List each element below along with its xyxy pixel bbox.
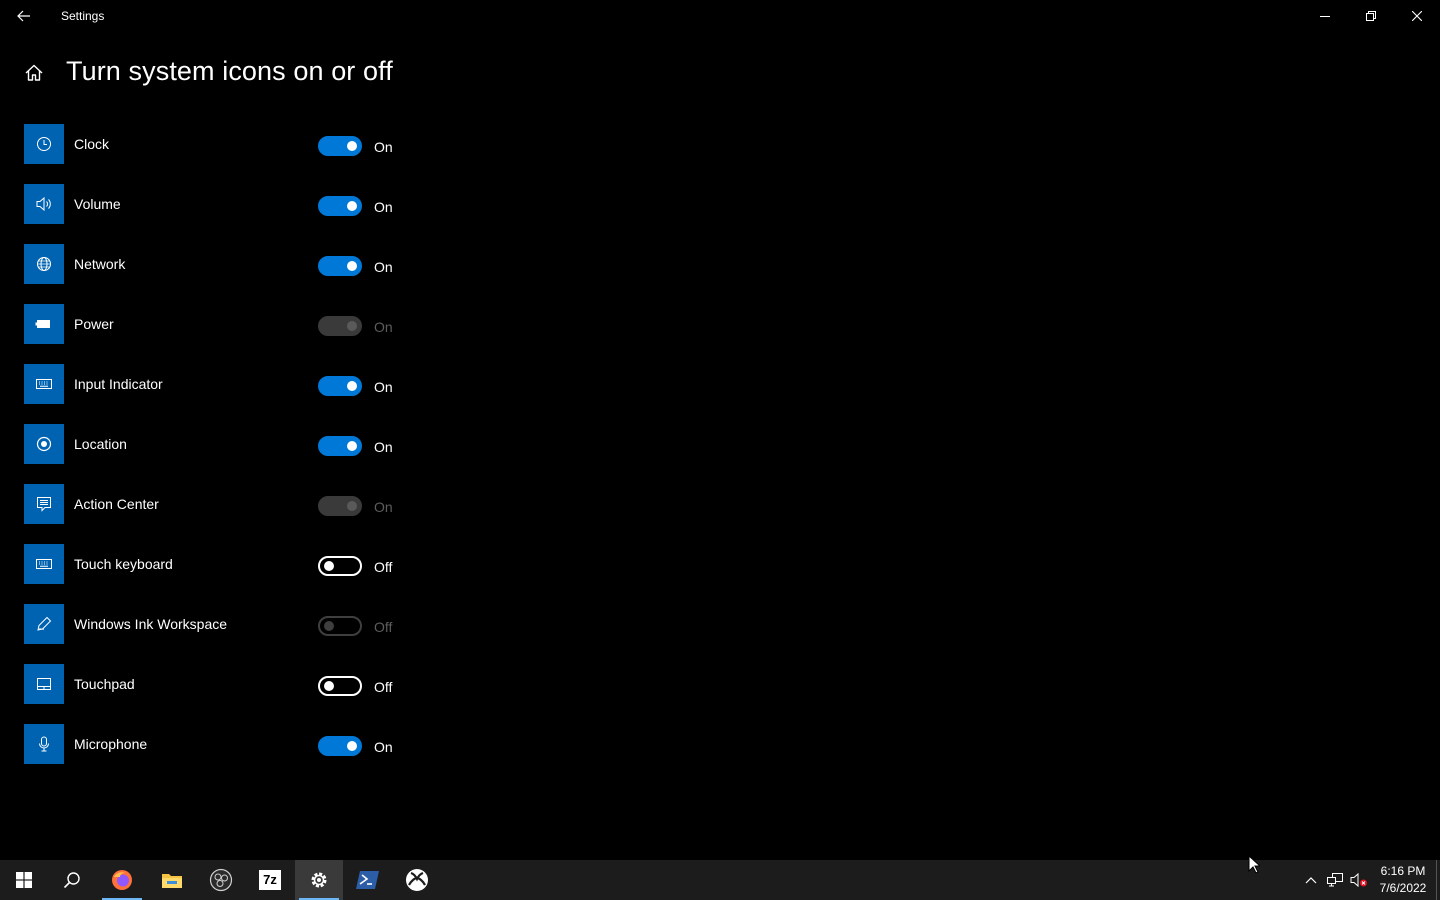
list-item-action-center: Action Center On: [24, 484, 424, 524]
minimize-button[interactable]: [1302, 0, 1348, 32]
windows-logo-icon: [16, 872, 32, 888]
power-toggle[interactable]: [318, 316, 362, 336]
touch-keyboard-toggle[interactable]: [318, 556, 362, 576]
mouse-cursor-icon: [1248, 854, 1262, 879]
list-item-clock: Clock On: [24, 124, 424, 164]
microphone-icon: [24, 724, 64, 764]
volume-toggle[interactable]: [318, 196, 362, 216]
close-icon: [1412, 11, 1422, 21]
location-icon: [24, 424, 64, 464]
restore-button[interactable]: [1348, 0, 1394, 32]
show-hidden-icons-button[interactable]: [1301, 870, 1321, 890]
list-item-windows-ink: Windows Ink Workspace Off: [24, 604, 424, 644]
firefox-taskbar-button[interactable]: [98, 860, 146, 900]
network-toggle[interactable]: [318, 256, 362, 276]
list-item-touchpad: Touchpad Off: [24, 664, 424, 704]
keyboard-icon: [24, 364, 64, 404]
7zip-icon: 7z: [259, 870, 281, 890]
pen-icon: [24, 604, 64, 644]
list-item-volume: Volume On: [24, 184, 424, 224]
item-label: Location: [74, 436, 127, 452]
volume-icon: [24, 184, 64, 224]
item-label: Windows Ink Workspace: [74, 616, 228, 632]
firefox-icon: [112, 870, 132, 890]
toggle-state: On: [374, 739, 393, 755]
clock-time: 6:16 PM: [1380, 864, 1426, 878]
settings-gear-icon: [311, 872, 327, 888]
toggle-state: On: [374, 139, 393, 155]
list-item-power: Power On: [24, 304, 424, 344]
item-label: Touchpad: [74, 676, 135, 692]
start-button[interactable]: [0, 860, 48, 900]
item-label: Input Indicator: [74, 376, 163, 392]
file-explorer-icon: [162, 874, 182, 888]
chevron-up-icon: [1305, 877, 1317, 884]
home-icon[interactable]: [22, 61, 46, 85]
toggle-state: On: [374, 259, 393, 275]
minimize-icon: [1320, 16, 1330, 17]
clock-toggle[interactable]: [318, 136, 362, 156]
network-tray-button[interactable]: [1325, 870, 1345, 890]
clock-date: 7/6/2022: [1379, 881, 1427, 895]
touchpad-icon: [24, 664, 64, 704]
page-title: Turn system icons on or off: [66, 56, 393, 86]
location-toggle[interactable]: [318, 436, 362, 456]
item-label: Touch keyboard: [74, 556, 173, 572]
toggle-state: On: [374, 499, 393, 515]
network-wired-icon: [1327, 873, 1343, 887]
touch-keyboard-icon: [24, 544, 64, 584]
list-item-network: Network On: [24, 244, 424, 284]
file-explorer-taskbar-button[interactable]: [148, 860, 196, 900]
volume-muted-icon: [1350, 872, 1367, 888]
item-label: Microphone: [74, 736, 148, 752]
volume-tray-button[interactable]: [1349, 870, 1369, 890]
title-bar: Settings: [0, 0, 1440, 32]
show-desktop-button[interactable]: [1436, 860, 1440, 900]
microphone-toggle[interactable]: [318, 736, 362, 756]
input-indicator-toggle[interactable]: [318, 376, 362, 396]
obs-taskbar-button[interactable]: [197, 860, 245, 900]
7zip-label: 7z: [263, 872, 277, 887]
list-item-touch-keyboard: Touch keyboard Off: [24, 544, 424, 584]
item-label: Network: [74, 256, 126, 272]
back-arrow-icon: [17, 10, 30, 22]
toggle-state: On: [374, 379, 393, 395]
close-button[interactable]: [1394, 0, 1440, 32]
search-icon: [63, 872, 80, 889]
toggle-state: Off: [374, 679, 393, 695]
action-center-toggle[interactable]: [318, 496, 362, 516]
item-label: Clock: [74, 136, 110, 152]
toggle-state: On: [374, 199, 393, 215]
item-label: Volume: [74, 196, 121, 212]
powershell-taskbar-button[interactable]: [344, 860, 392, 900]
toggle-state: Off: [374, 559, 393, 575]
touchpad-toggle[interactable]: [318, 676, 362, 696]
window-title: Settings: [61, 9, 105, 23]
taskbar-clock[interactable]: 6:16 PM 7/6/2022: [1372, 863, 1434, 897]
taskbar: 7z 6:16 PM 7/6/2022: [0, 860, 1440, 900]
globe-icon: [24, 244, 64, 284]
battery-icon: [24, 304, 64, 344]
action-center-icon: [24, 484, 64, 524]
xbox-icon: [406, 869, 428, 891]
windows-ink-toggle[interactable]: [318, 616, 362, 636]
obs-icon: [209, 868, 233, 892]
7zip-taskbar-button[interactable]: 7z: [246, 860, 294, 900]
xbox-taskbar-button[interactable]: [393, 860, 441, 900]
system-icons-list: Clock On Volume On Network On Power On I…: [24, 124, 424, 784]
item-label: Action Center: [74, 496, 159, 512]
settings-taskbar-button[interactable]: [295, 860, 343, 900]
toggle-state: On: [374, 319, 393, 335]
restore-icon: [1366, 11, 1376, 21]
search-button[interactable]: [48, 860, 96, 900]
clock-icon: [24, 124, 64, 164]
toggle-state: Off: [374, 619, 393, 635]
list-item-location: Location On: [24, 424, 424, 464]
item-label: Power: [74, 316, 114, 332]
list-item-input-indicator: Input Indicator On: [24, 364, 424, 404]
back-button[interactable]: [8, 0, 40, 32]
toggle-state: On: [374, 439, 393, 455]
list-item-microphone: Microphone On: [24, 724, 424, 764]
powershell-icon: [356, 871, 379, 889]
